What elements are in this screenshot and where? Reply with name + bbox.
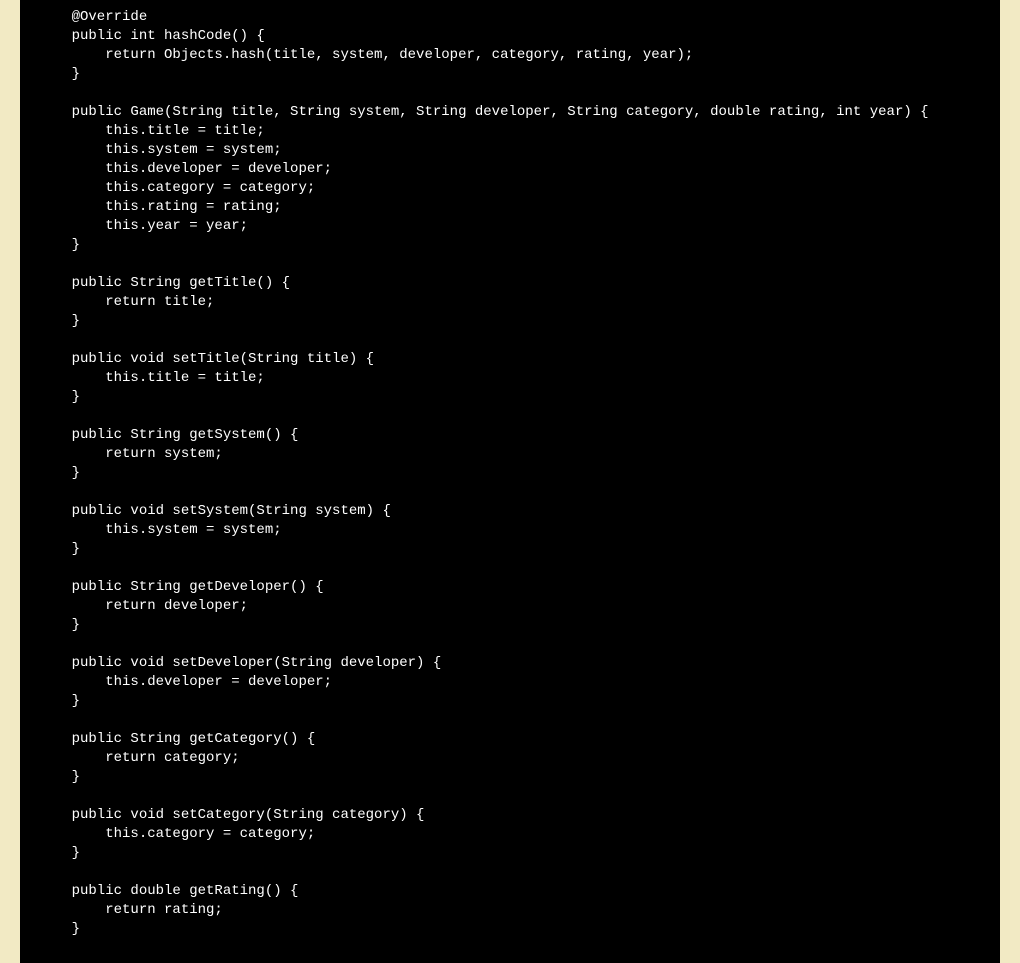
code-line: return rating;: [38, 901, 982, 920]
code-line: this.developer = developer;: [38, 160, 982, 179]
code-line: public void setCategory(String category)…: [38, 806, 982, 825]
code-line: }: [38, 616, 982, 635]
code-line: this.developer = developer;: [38, 673, 982, 692]
code-line: this.title = title;: [38, 369, 982, 388]
code-line: [38, 635, 982, 654]
code-line: return system;: [38, 445, 982, 464]
code-line: this.year = year;: [38, 217, 982, 236]
code-line: public String getDeveloper() {: [38, 578, 982, 597]
code-line: this.category = category;: [38, 825, 982, 844]
code-line: public void setDeveloper(String develope…: [38, 654, 982, 673]
code-line: }: [38, 312, 982, 331]
code-line: [38, 331, 982, 350]
code-line: public double getRating() {: [38, 882, 982, 901]
code-line: }: [38, 236, 982, 255]
code-line: return developer;: [38, 597, 982, 616]
code-line: public Game(String title, String system,…: [38, 103, 982, 122]
code-line: this.system = system;: [38, 521, 982, 540]
code-line: [38, 863, 982, 882]
code-line: }: [38, 920, 982, 939]
code-line: @Override: [38, 8, 982, 27]
code-block: @Override public int hashCode() { return…: [20, 0, 1000, 963]
code-line: public void setSystem(String system) {: [38, 502, 982, 521]
code-line: public void setTitle(String title) {: [38, 350, 982, 369]
code-line: return title;: [38, 293, 982, 312]
code-line: }: [38, 768, 982, 787]
code-line: public String getSystem() {: [38, 426, 982, 445]
code-line: this.title = title;: [38, 122, 982, 141]
code-line: }: [38, 388, 982, 407]
code-line: }: [38, 464, 982, 483]
code-line: public String getCategory() {: [38, 730, 982, 749]
code-line: }: [38, 65, 982, 84]
code-line: }: [38, 844, 982, 863]
code-line: public int hashCode() {: [38, 27, 982, 46]
code-line: this.system = system;: [38, 141, 982, 160]
code-line: [38, 559, 982, 578]
code-line: }: [38, 692, 982, 711]
code-line: [38, 407, 982, 426]
code-line: [38, 483, 982, 502]
code-line: public String getTitle() {: [38, 274, 982, 293]
code-line: [38, 711, 982, 730]
code-line: this.rating = rating;: [38, 198, 982, 217]
code-line: [38, 84, 982, 103]
code-line: return Objects.hash(title, system, devel…: [38, 46, 982, 65]
code-line: this.category = category;: [38, 179, 982, 198]
code-line: }: [38, 540, 982, 559]
code-line: [38, 255, 982, 274]
code-line: return category;: [38, 749, 982, 768]
code-line: [38, 787, 982, 806]
